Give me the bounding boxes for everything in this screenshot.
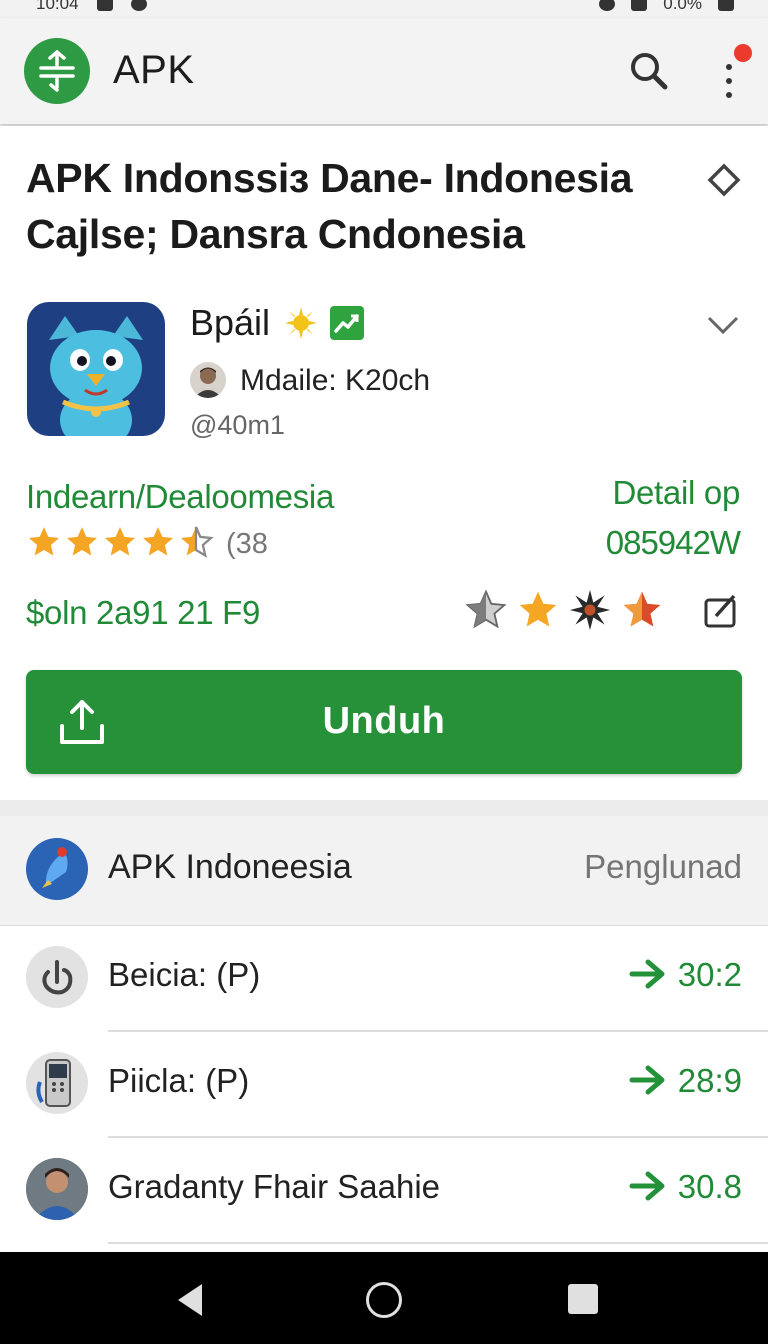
status-time: 10:04 xyxy=(36,0,79,13)
phone-icon xyxy=(26,1052,88,1114)
page-title-line-2: Cajlse; Dansra Cndonesia xyxy=(26,211,525,257)
star-icon xyxy=(29,527,59,556)
battery-text: 0.0% xyxy=(663,0,702,13)
rocket-icon xyxy=(26,838,88,900)
search-icon[interactable] xyxy=(628,50,670,92)
battery-icon xyxy=(718,0,734,11)
list-item-value: 30.8 xyxy=(677,1168,742,1205)
back-icon[interactable] xyxy=(174,1282,206,1318)
gold-star-icon xyxy=(519,591,557,627)
arrow-right-icon xyxy=(629,959,665,989)
developer-handle: @40m1 xyxy=(190,410,285,440)
app-title: APK xyxy=(113,48,195,92)
list-item-value: 30:2 xyxy=(677,956,742,993)
notification-badge xyxy=(734,44,752,62)
navigation-bar xyxy=(0,1252,768,1344)
app-name: Bpáil xyxy=(190,302,271,343)
half-star-icon xyxy=(181,526,214,558)
rating-count: (38 xyxy=(226,528,268,560)
category-link[interactable]: Indearn/Dealoomesia xyxy=(26,478,334,516)
power-icon xyxy=(26,946,88,1008)
list-item[interactable]: Piicla: (P) 28:9 xyxy=(0,1032,768,1138)
page-title-line-1: APK Indonssiз Dane- Indonesia xyxy=(26,155,633,201)
list-item-label: Beicia: (P) xyxy=(108,956,261,993)
diamond-icon[interactable] xyxy=(706,162,742,198)
developer-name[interactable]: Mdaile: K20ch xyxy=(240,364,430,398)
developer-avatar xyxy=(190,362,226,398)
rating-stars xyxy=(26,524,214,560)
star-icon xyxy=(105,527,135,556)
size-value: 085942W xyxy=(605,524,741,561)
detail-link[interactable]: Detail op xyxy=(612,474,740,512)
signal-icon xyxy=(631,0,648,11)
app-icon[interactable] xyxy=(27,302,165,436)
page-title: APK Indonssiз Dane- Indonesia Cajlse; Da… xyxy=(26,150,676,262)
home-icon[interactable] xyxy=(366,1282,402,1318)
apk-logo-icon[interactable] xyxy=(24,38,90,104)
silver-star-icon xyxy=(465,589,507,629)
version-list: Beicia: (P) 30:2 Piicla: (P) 28:9 Gradan… xyxy=(0,926,768,1252)
arrow-right-icon xyxy=(629,1065,665,1095)
download-label: Unduh xyxy=(322,700,446,742)
sun-icon xyxy=(284,306,318,340)
notification-icon xyxy=(96,0,113,11)
list-item[interactable]: Gradanty Fhair Saahie 30.8 xyxy=(0,1138,768,1244)
list-item-value: 28:9 xyxy=(677,1062,742,1099)
more-vert-icon[interactable] xyxy=(714,44,754,104)
list-item-label: Gradanty Fhair Saahie xyxy=(108,1168,441,1205)
list-header: APK Indoneesia Penglunad xyxy=(0,816,768,926)
download-button[interactable]: Unduh xyxy=(26,670,742,774)
star-icon xyxy=(67,527,97,556)
list-header-title: APK Indoneesia xyxy=(108,848,352,886)
list-header-action[interactable]: Penglunad xyxy=(584,848,742,886)
list-item-label: Piicla: (P) xyxy=(108,1062,250,1099)
star-icon xyxy=(143,527,173,556)
price-text: $oln 2a91 21 F9 xyxy=(26,594,261,631)
chat-icon xyxy=(130,0,147,11)
burst-star-icon xyxy=(569,589,611,631)
arrow-right-icon xyxy=(629,1171,665,1201)
status-bar: 10:04 0.0% xyxy=(0,0,768,18)
award-badges xyxy=(464,588,664,632)
edit-icon[interactable] xyxy=(700,592,742,632)
recent-apps-icon[interactable] xyxy=(568,1284,598,1314)
avatar xyxy=(26,1158,88,1220)
alarm-icon xyxy=(599,0,616,11)
app-bar: APK xyxy=(0,18,768,124)
chevron-down-icon[interactable] xyxy=(705,312,741,338)
red-star-icon xyxy=(623,591,661,627)
app-detail-card: APK Indonssiз Dane- Indonesia Cajlse; Da… xyxy=(0,126,768,800)
list-item[interactable]: Beicia: (P) 30:2 xyxy=(0,926,768,1032)
trending-icon xyxy=(330,306,364,340)
